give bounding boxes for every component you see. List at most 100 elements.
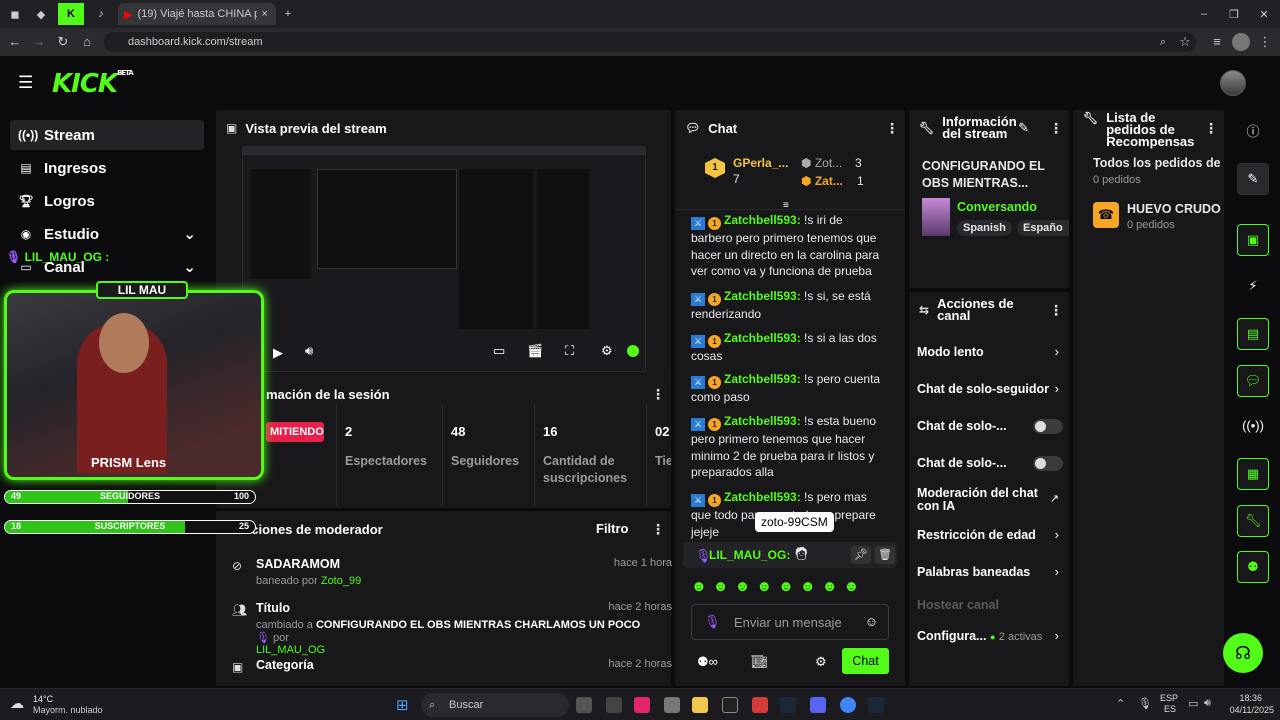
toggle-switch[interactable]	[1033, 419, 1063, 434]
clip-icon[interactable]: 🎬︎	[527, 343, 544, 359]
rank-2-row[interactable]: ⬢ Zot...	[801, 156, 842, 170]
keyboard-layout[interactable]: ES	[1164, 704, 1176, 714]
new-tab-button[interactable]: +	[280, 3, 296, 25]
more-options-icon[interactable]: ⋮	[1204, 120, 1218, 136]
category-name[interactable]: Conversando	[957, 200, 1037, 214]
all-requests-label[interactable]: Todos los pedidos de re	[1093, 156, 1223, 170]
edit-pencil-icon[interactable]: ✎	[1018, 120, 1029, 136]
play-icon[interactable]: ▶	[273, 345, 283, 361]
chat-input[interactable]: 🎙︎ Enviar un mensaje ☺	[691, 604, 889, 640]
action-restriccion-edad[interactable]: Restricción de edad	[917, 528, 1065, 542]
epic-games-icon[interactable]	[722, 697, 738, 713]
action-modo-lento[interactable]: Modo lento	[917, 345, 1065, 359]
language-code[interactable]: ESP	[1160, 693, 1178, 703]
app-icon[interactable]	[606, 697, 622, 713]
taskbar-search[interactable]: ⌕ Buscar	[421, 693, 569, 717]
more-options-icon[interactable]: ⋮	[1049, 302, 1063, 318]
tag-chip[interactable]: Españo	[1017, 220, 1069, 236]
moderator-name[interactable]: LIL_MAU_OG	[256, 644, 325, 656]
wrench-icon[interactable]: 🔧︎	[1237, 505, 1269, 537]
more-options-icon[interactable]: ⋮	[885, 120, 899, 136]
video-icon[interactable]: ▦	[1237, 458, 1269, 490]
chat-username[interactable]: Zatchbell593:	[724, 372, 801, 386]
sidebar-item-ingresos[interactable]: ▤ Ingresos	[10, 153, 204, 183]
action-palabras-baneadas[interactable]: Palabras baneadas	[917, 565, 1065, 579]
hamburger-menu-icon[interactable]: ☰	[18, 73, 33, 93]
kick-logo[interactable]: KICKBETA	[52, 69, 134, 99]
youtube-tab[interactable]: ▶ (19) Viajé hasta CHINA para ve ×	[118, 3, 276, 25]
info-icon[interactable]: ⓘ	[1237, 117, 1269, 149]
tray-mic-icon[interactable]: 🎙︎	[1138, 697, 1152, 710]
more-options-icon[interactable]: ⋮	[651, 521, 665, 537]
store-icon[interactable]: 🏬︎	[751, 654, 768, 670]
theater-icon[interactable]: ▭	[493, 343, 505, 359]
minimize-button[interactable]: –	[1196, 3, 1212, 25]
back-icon[interactable]: ←	[6, 33, 24, 51]
video-preview[interactable]: ▶ 🔊︎ ▭ 🎬︎ ⛶ ⚙	[242, 146, 646, 372]
tiktok-icon[interactable]	[634, 697, 650, 713]
fullscreen-icon[interactable]: ⛶	[565, 343, 574, 359]
app-icon[interactable]	[752, 697, 768, 713]
chat-username[interactable]: Zatchbell593:	[724, 289, 801, 303]
volume-icon[interactable]: 🔊︎	[305, 343, 313, 359]
tray-chevron-icon[interactable]: ⌃	[1116, 697, 1125, 710]
lightning-icon[interactable]: ⚡︎	[1237, 271, 1269, 303]
kick-points-icon[interactable]: ⚉∞	[697, 654, 718, 670]
steam-icon[interactable]	[780, 697, 796, 713]
pin-icon[interactable]: 📌︎	[851, 546, 871, 564]
toggle-switch[interactable]	[1033, 456, 1063, 471]
settings-gear-icon[interactable]: ⚙	[601, 343, 613, 359]
chevron-right-icon[interactable]: ›	[1055, 628, 1059, 643]
broadcast-icon[interactable]: ((•))	[1237, 411, 1269, 443]
trash-icon[interactable]: 🗑︎	[875, 546, 895, 564]
send-chat-button[interactable]: Chat	[842, 648, 889, 674]
chat-username[interactable]: Zatchbell593:	[724, 414, 801, 428]
media-icon[interactable]: ≡	[1208, 33, 1226, 51]
sidebar-item-logros[interactable]: 🏆︎ Logros	[10, 186, 204, 216]
chat-settings-icon[interactable]: ⚙	[815, 654, 827, 670]
chrome-icon[interactable]	[840, 697, 856, 713]
chat-username[interactable]: Zatchbell593:	[724, 490, 801, 504]
chat-username[interactable]: Zatchbell593:	[724, 331, 801, 345]
more-options-icon[interactable]: ⋮	[1049, 120, 1063, 136]
address-bar[interactable]: dashboard.kick.com/stream	[104, 32, 1196, 52]
discord-icon[interactable]	[810, 697, 826, 713]
tab-icon[interactable]: ◆	[32, 3, 50, 25]
forward-icon[interactable]: →	[30, 33, 48, 51]
document-icon[interactable]: ▤	[1237, 318, 1269, 350]
network-icon[interactable]: ▭	[1188, 697, 1198, 710]
support-headset-icon[interactable]: ☊	[1223, 633, 1263, 673]
kick-tab[interactable]: K	[58, 3, 84, 25]
gifter-name[interactable]: GPerla_...	[733, 156, 788, 170]
chevron-right-icon[interactable]: ›	[1055, 344, 1059, 359]
edit-layout-icon[interactable]: ✎	[1237, 163, 1269, 195]
steam-icon[interactable]	[868, 697, 884, 713]
profile-avatar[interactable]	[1232, 33, 1250, 51]
tag-chip[interactable]: Spanish	[957, 220, 1012, 236]
windows-start-icon[interactable]: ⊞	[396, 696, 409, 714]
folder-icon[interactable]	[692, 697, 708, 713]
browser-menu-icon[interactable]: ⋮	[1256, 33, 1274, 51]
clock-time[interactable]: 18:36	[1222, 693, 1262, 703]
chevron-right-icon[interactable]: ›	[1055, 381, 1059, 396]
emoji-icon[interactable]: ☺	[865, 614, 878, 629]
home-icon[interactable]: ⌂	[78, 33, 96, 51]
action-configuracion[interactable]: Configura... ● 2 activas	[917, 629, 1065, 643]
emote-bar[interactable]: ☻☻☻☻☻☻☻☻	[691, 578, 891, 596]
sidebar-item-estudio[interactable]: ◉ Estudio ⌄	[10, 219, 204, 249]
volume-icon[interactable]: 🔊︎	[1204, 697, 1211, 710]
collapse-icon[interactable]: ≡	[783, 200, 789, 211]
zoom-icon[interactable]: ⌕	[1154, 33, 1172, 51]
weather-desc[interactable]: Mayorm. nublado	[33, 705, 103, 715]
moderator-name[interactable]: Zoto_99	[321, 575, 361, 587]
chevron-right-icon[interactable]: ›	[1055, 564, 1059, 579]
reload-icon[interactable]: ↻	[54, 33, 72, 51]
reward-name[interactable]: HUEVO CRUDO	[1127, 202, 1221, 216]
scene-icon[interactable]: ▣	[1237, 224, 1269, 256]
clock-date[interactable]: 04/11/2025	[1222, 705, 1274, 715]
more-options-icon[interactable]: ⋮	[651, 386, 665, 402]
weather-temp[interactable]: 14°C	[33, 694, 53, 704]
external-link-icon[interactable]: ↗	[1050, 492, 1059, 505]
user-avatar[interactable]	[1220, 70, 1246, 96]
tab-icon[interactable]: ◼	[4, 3, 26, 25]
